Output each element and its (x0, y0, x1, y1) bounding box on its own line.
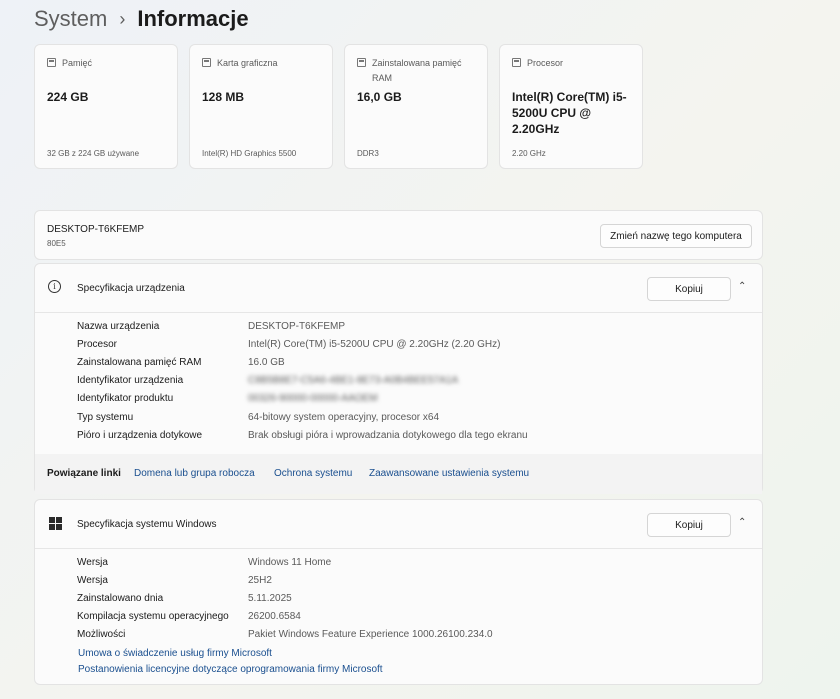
spec-key: Zainstalowano dnia (77, 593, 164, 604)
spec-row: Wersja 25H2 (77, 575, 272, 586)
related-links-label: Powiązane linki (47, 468, 121, 479)
cpu-icon (512, 58, 521, 67)
spec-key: Pióro i urządzenia dotykowe (77, 430, 203, 441)
spec-row: Procesor Intel(R) Core(TM) i5-5200U CPU @… (77, 339, 500, 350)
spec-key: Identyfikator urządzenia (77, 375, 184, 386)
spec-key: Zainstalowana pamięć RAM (77, 357, 202, 368)
device-spec-panel: i Specyfikacja urządzenia Kopiuj ⌃ Nazwa… (34, 263, 763, 494)
gpu-card[interactable]: Karta graficzna 128 MB Intel(R) HD Graph… (189, 44, 333, 169)
spec-value[interactable]: Intel(R) Core(TM) i5-5200U CPU @ 2.20GHz… (248, 339, 500, 350)
cpu-card[interactable]: Procesor Intel(R) Core(TM) i5-5200U CPU … (499, 44, 643, 169)
spec-value[interactable]: 5.11.2025 (248, 593, 292, 604)
breadcrumb-chevron-icon: › (119, 8, 126, 29)
spec-value[interactable]: 64-bitowy system operacyjny, procesor x6… (248, 412, 439, 423)
pc-name-panel: DESKTOP-T6KFEMP 80E5 Zmień nazwę tego ko… (34, 210, 763, 260)
card-sub: 2.20 GHz (512, 149, 546, 158)
breadcrumb: System › Informacje (34, 4, 249, 34)
info-icon: i (48, 280, 61, 293)
link-domain-workgroup[interactable]: Domena lub grupa robocza (134, 468, 255, 479)
ram-icon (357, 58, 366, 67)
breadcrumb-system[interactable]: System (34, 6, 107, 32)
spec-value-redacted[interactable]: C8B5B8E7-C5A6-4BE1-8E73-A0B4BEE57A1A (248, 375, 458, 386)
card-title: Zainstalowana pamięć RAM (372, 58, 462, 83)
card-value: 224 GB (47, 90, 89, 104)
spec-value[interactable]: DESKTOP-T6KFEMP (248, 321, 345, 332)
spec-value[interactable]: Brak obsługi pióra i wprowadzania dotyko… (248, 430, 528, 441)
card-value: 128 MB (202, 90, 245, 104)
link-microsoft-license-terms[interactable]: Postanowienia licencyjne dotyczące oprog… (78, 664, 383, 675)
card-value: 16,0 GB (357, 90, 402, 104)
pc-model: 80E5 (47, 239, 66, 248)
card-title: Karta graficzna (217, 58, 278, 68)
device-spec-title: Specyfikacja urządzenia (77, 283, 185, 294)
spec-value[interactable]: Pakiet Windows Feature Experience 1000.2… (248, 629, 493, 640)
spec-row: Identyfikator produktu 00326-90000-00000-… (77, 393, 378, 404)
card-sub: Intel(R) HD Graphics 5500 (202, 149, 297, 158)
spec-key: Procesor (77, 339, 118, 350)
spec-value[interactable]: 26200.6584 (248, 611, 301, 622)
spec-key: Kompilacja systemu operacyjnego (77, 611, 229, 622)
storage-card[interactable]: Pamięć 224 GB 32 GB z 224 GB używane (34, 44, 178, 169)
gpu-icon (202, 58, 211, 67)
card-title: Procesor (527, 58, 564, 68)
spec-key: Wersja (77, 557, 108, 568)
copy-device-spec-button[interactable]: Kopiuj (647, 277, 731, 301)
ram-card[interactable]: Zainstalowana pamięć RAM 16,0 GB DDR3 (344, 44, 488, 169)
page-title: Informacje (137, 6, 249, 31)
windows-spec-header[interactable]: Specyfikacja systemu Windows Kopiuj ⌃ (35, 500, 762, 548)
spec-key: Możliwości (77, 629, 126, 640)
rename-pc-button[interactable]: Zmień nazwę tego komputera (600, 224, 752, 248)
link-system-protection[interactable]: Ochrona systemu (274, 468, 352, 479)
device-spec-header[interactable]: i Specyfikacja urządzenia Kopiuj ⌃ (35, 264, 762, 312)
spec-row: Wersja Windows 11 Home (77, 557, 331, 568)
windows-logo-icon (49, 517, 62, 530)
divider (35, 548, 762, 549)
spec-key: Nazwa urządzenia (77, 321, 160, 332)
spec-row: Kompilacja systemu operacyjnego 26200.658… (77, 611, 301, 622)
card-sub: DDR3 (357, 149, 379, 158)
spec-key: Typ systemu (77, 412, 134, 423)
spec-row: Możliwości Pakiet Windows Feature Experie… (77, 629, 493, 640)
windows-spec-title: Specyfikacja systemu Windows (77, 519, 217, 530)
spec-row: Pióro i urządzenia dotykowe Brak obsługi … (77, 430, 528, 441)
spec-value[interactable]: 16.0 GB (248, 357, 285, 368)
card-title: Pamięć (62, 58, 93, 68)
spec-value-redacted[interactable]: 00326-90000-00000-AAOEM (248, 393, 378, 404)
link-advanced-settings[interactable]: Zaawansowane ustawienia systemu (369, 468, 529, 479)
copy-windows-spec-button[interactable]: Kopiuj (647, 513, 731, 537)
spec-row: Zainstalowana pamięć RAM 16.0 GB (77, 357, 285, 368)
spec-row: Identyfikator urządzenia C8B5B8E7-C5A6-4B… (77, 375, 458, 386)
spec-key: Identyfikator produktu (77, 393, 174, 404)
spec-key: Wersja (77, 575, 108, 586)
divider (35, 312, 762, 313)
pc-name: DESKTOP-T6KFEMP (47, 224, 145, 235)
storage-icon (47, 58, 56, 67)
card-sub: 32 GB z 224 GB używane (47, 149, 140, 158)
card-value: Intel(R) Core(TM) i5-5200U CPU @ 2.20GHz (512, 90, 627, 136)
link-microsoft-services-agreement[interactable]: Umowa o świadczenie usług firmy Microsof… (78, 648, 272, 659)
related-links-bar: Powiązane linki Domena lub grupa robocza… (35, 454, 762, 494)
chevron-up-icon[interactable]: ⌃ (738, 281, 746, 292)
spec-value[interactable]: Windows 11 Home (248, 557, 331, 568)
chevron-up-icon[interactable]: ⌃ (738, 517, 746, 528)
spec-row: Typ systemu 64-bitowy system operacyjny, … (77, 412, 439, 423)
spec-row: Zainstalowano dnia 5.11.2025 (77, 593, 292, 604)
spec-row: Nazwa urządzenia DESKTOP-T6KFEMP (77, 321, 345, 332)
spec-value[interactable]: 25H2 (248, 575, 272, 586)
windows-spec-panel: Specyfikacja systemu Windows Kopiuj ⌃ We… (34, 499, 763, 685)
